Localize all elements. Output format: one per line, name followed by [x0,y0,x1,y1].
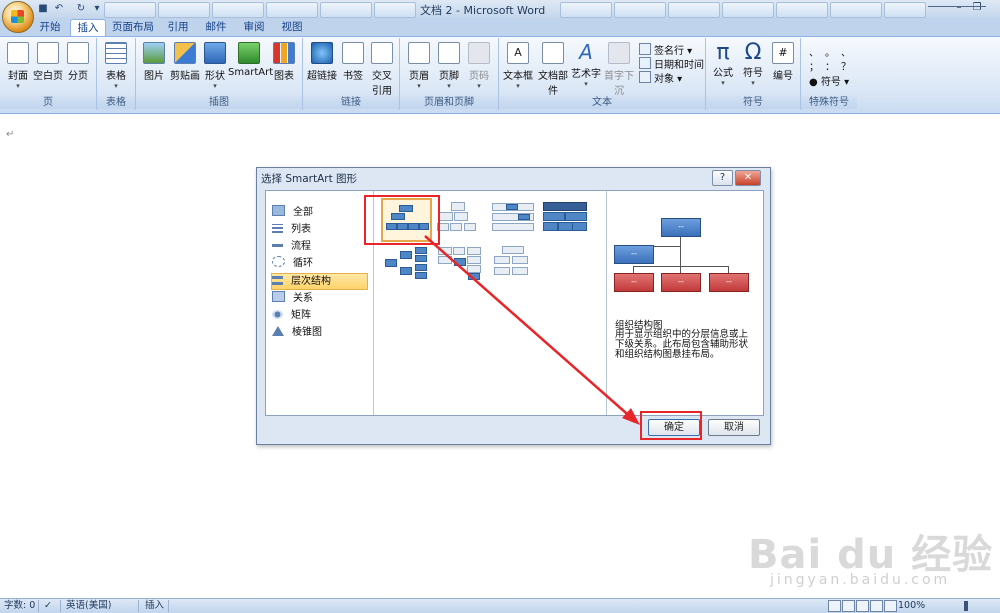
insert-mode[interactable]: 插入 [145,600,164,612]
baidu-watermark-url: jingyan.baidu.com [770,572,951,588]
annotation-arrow [424,235,640,425]
spellcheck-icon[interactable]: ✓ [44,600,52,612]
outline-icon[interactable] [870,600,883,612]
office-button[interactable] [2,1,34,33]
draft-icon[interactable] [884,600,897,612]
zoom-slider-track[interactable] [928,6,986,7]
full-screen-icon[interactable] [842,600,855,612]
language-indicator[interactable]: 英语(美国) [66,600,111,612]
web-layout-icon[interactable] [856,600,869,612]
status-bar: 字数: 0 ✓ 英语(美国) 插入 100% [0,598,1000,613]
print-layout-icon[interactable] [828,600,841,612]
word-count[interactable]: 字数: 0 [4,600,35,612]
zoom-slider-thumb[interactable] [964,601,968,611]
zoom-level[interactable]: 100% [898,600,925,612]
